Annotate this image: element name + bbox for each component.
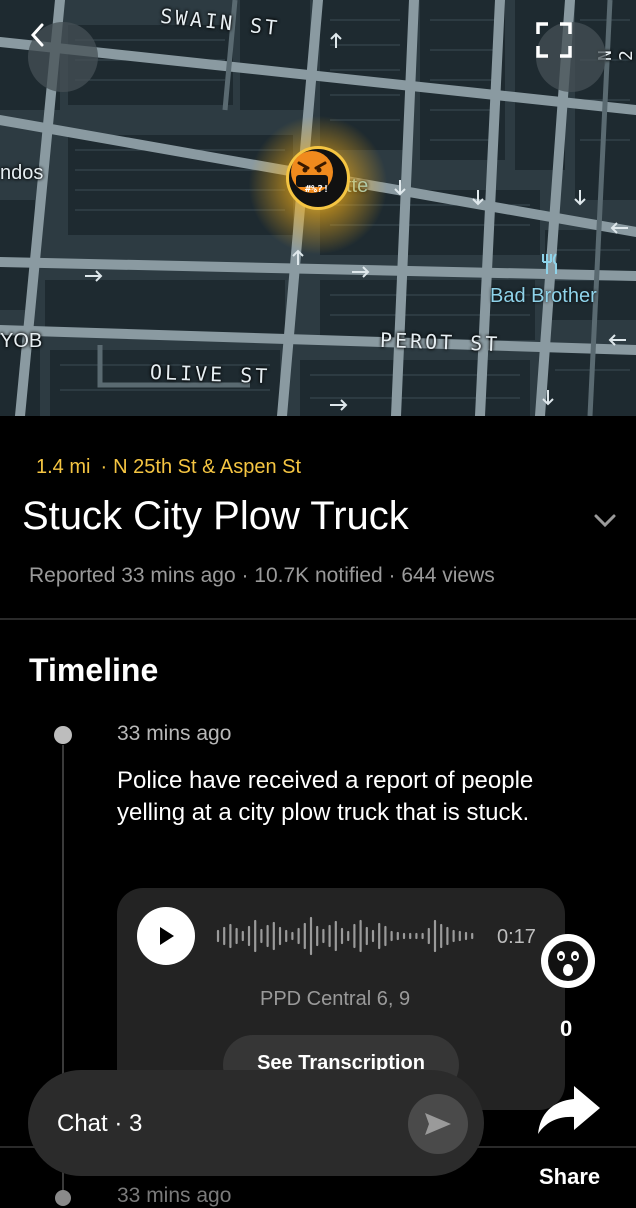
send-button[interactable] xyxy=(408,1094,468,1154)
marker-symbols: #%?! xyxy=(305,184,330,195)
street-label-perot: PEROT ST xyxy=(379,327,501,357)
play-icon xyxy=(160,927,174,945)
share-button[interactable] xyxy=(534,1080,606,1145)
location-line: 1.4 mi · N 25th St & Aspen St xyxy=(36,456,301,479)
timeline-entry-time: 33 mins ago xyxy=(117,722,232,745)
street-label-partial-top: ndos xyxy=(0,162,44,184)
chevron-down-icon xyxy=(594,514,616,528)
back-button[interactable] xyxy=(28,22,98,92)
fullscreen-icon xyxy=(536,22,572,58)
street-label-partial-mid: YOB xyxy=(0,330,43,352)
expand-button[interactable] xyxy=(592,512,618,535)
separator-dot: · xyxy=(100,456,108,478)
audio-duration: 0:17 xyxy=(497,926,536,948)
incident-meta: Reported 33 mins ago · 10.7K notified · … xyxy=(29,564,495,587)
timeline-heading: Timeline xyxy=(29,652,159,688)
fullscreen-button[interactable] xyxy=(536,22,606,92)
play-button[interactable] xyxy=(137,907,195,965)
timeline-dot xyxy=(55,1190,71,1206)
send-icon xyxy=(425,1113,451,1135)
chat-label[interactable]: Chat · 3 xyxy=(57,1110,142,1138)
distance: 1.4 mi xyxy=(36,456,91,478)
chevron-left-icon xyxy=(30,23,44,47)
incident-map[interactable]: SWAIN ST PEROT ST OLIVE ST N 2 ndos YOB … xyxy=(0,0,636,416)
shocked-face-icon xyxy=(548,941,588,981)
audio-source: PPD Central 6, 9 xyxy=(260,988,411,1010)
share-label: Share xyxy=(539,1164,601,1189)
poi-label: Bad Brother xyxy=(490,285,597,307)
reaction-button[interactable] xyxy=(541,934,595,988)
timeline-dot xyxy=(54,726,72,744)
incident-marker[interactable]: #%?! xyxy=(286,146,350,210)
incident-title: Stuck City Plow Truck xyxy=(22,494,409,538)
reaction-count: 0 xyxy=(560,1016,573,1041)
location-address: N 25th St & Aspen St xyxy=(113,456,302,478)
section-divider xyxy=(0,618,636,620)
timeline-entry-text: Police have received a report of people … xyxy=(117,767,534,826)
timeline-entry-time: 33 mins ago xyxy=(117,1184,232,1207)
audio-waveform[interactable] xyxy=(214,912,484,960)
street-label-olive: OLIVE ST xyxy=(149,359,271,389)
share-icon xyxy=(538,1086,600,1134)
